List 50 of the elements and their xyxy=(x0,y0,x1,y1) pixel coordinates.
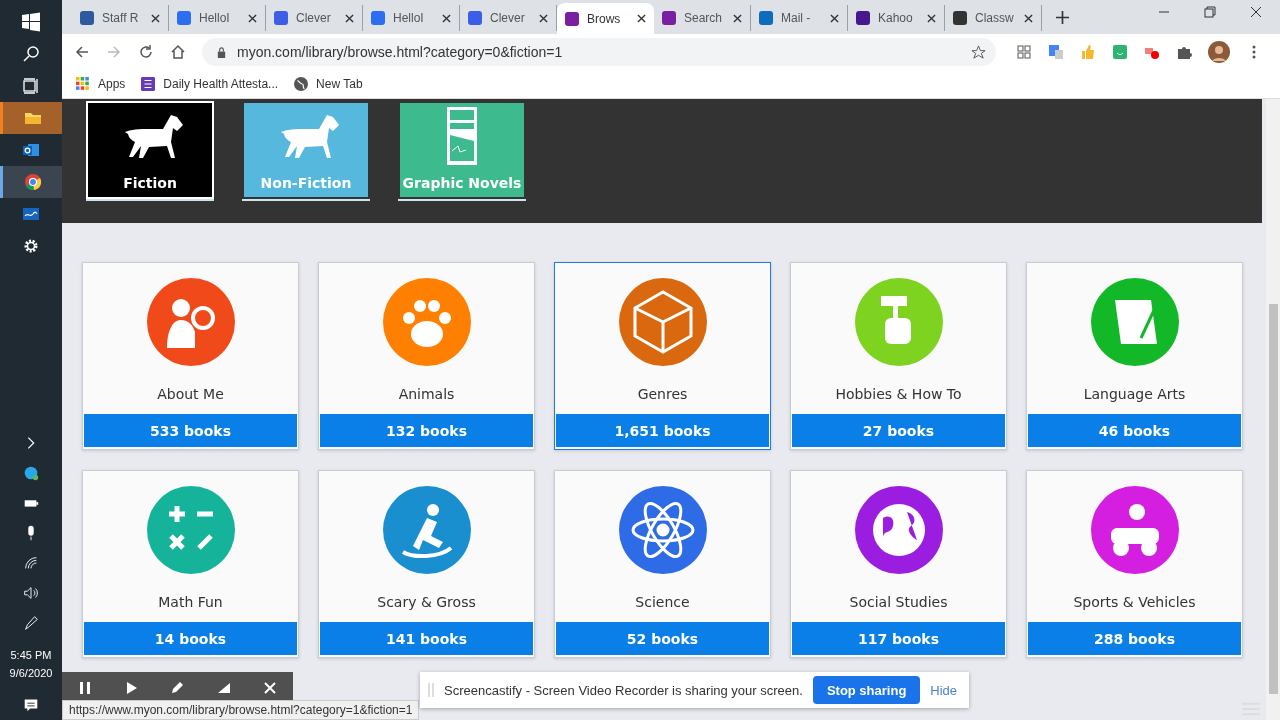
book-count-button[interactable]: 27 books xyxy=(792,414,1005,447)
browser-tab[interactable]: Clever xyxy=(266,5,363,31)
hide-link[interactable]: Hide xyxy=(930,682,958,698)
book-count-button[interactable]: 141 books xyxy=(320,622,533,655)
browser-tab[interactable]: Kahoo xyxy=(848,5,945,31)
category-card[interactable]: Animals 132 books xyxy=(318,262,535,450)
stop-sharing-button[interactable]: Stop sharing xyxy=(812,676,921,704)
browser-tab[interactable]: Mail - xyxy=(751,5,848,31)
address-bar[interactable]: myon.com/library/browse.html?category=0&fiction=1 xyxy=(202,38,996,66)
category-card[interactable]: Science 52 books xyxy=(554,470,771,658)
category-name: Animals xyxy=(398,386,455,402)
book-count-button[interactable]: 132 books xyxy=(320,414,533,447)
sharing-message: Screencastify - Screen Video Recorder is sharing your screen. xyxy=(444,682,803,698)
status-url: https://www.myon.com/library/browse.html?category=1&fiction=1 xyxy=(62,700,420,720)
book-count-button[interactable]: 1,651 books xyxy=(556,414,769,447)
category-name: Language Arts xyxy=(1083,386,1186,402)
category-card[interactable]: Hobbies & How To 27 books xyxy=(790,262,1007,450)
book-count-button[interactable]: 52 books xyxy=(556,622,769,655)
category-name: Sports & Vehicles xyxy=(1073,594,1196,610)
category-card[interactable]: Sports & Vehicles 288 books xyxy=(1026,470,1243,658)
book-count-button[interactable]: 46 books xyxy=(1028,414,1241,447)
category-card[interactable]: Math Fun 14 books xyxy=(82,470,299,658)
category-card[interactable]: About Me 533 books xyxy=(82,262,299,450)
browser-tab[interactable]: Classw xyxy=(945,5,1042,31)
browser-tab[interactable]: Brows xyxy=(557,3,654,34)
category-name: Math Fun xyxy=(158,594,223,610)
browser-tab[interactable]: Search xyxy=(654,5,751,31)
category-card[interactable]: Genres 1,651 books xyxy=(554,262,771,450)
bookmark[interactable]: Apps xyxy=(76,77,126,91)
category-name: About Me xyxy=(157,386,224,402)
bookmark[interactable]: Daily Health Attesta... xyxy=(141,77,279,91)
book-count-button[interactable]: 14 books xyxy=(84,622,297,655)
book-count-button[interactable]: 533 books xyxy=(84,414,297,447)
category-name: Hobbies & How To xyxy=(835,386,962,402)
book-count-button[interactable]: 288 books xyxy=(1028,622,1241,655)
browser-tab[interactable]: Staff R xyxy=(72,5,169,31)
category-name: Science xyxy=(635,594,690,610)
category-name: Social Studies xyxy=(849,594,948,610)
format-tile[interactable]: Fiction xyxy=(86,101,214,199)
browser-tab[interactable]: HelloI xyxy=(169,5,266,31)
book-count-button[interactable]: 117 books xyxy=(792,622,1005,655)
browser-tab[interactable]: HelloI xyxy=(363,5,460,31)
bookmark[interactable]: New Tab xyxy=(294,77,363,91)
category-name: Scary & Gross xyxy=(377,594,476,610)
clock[interactable]: 5:45 PM 9/6/2020 xyxy=(9,646,53,682)
category-card[interactable]: Scary & Gross 141 books xyxy=(318,470,535,658)
category-card[interactable]: Social Studies 117 books xyxy=(790,470,1007,658)
category-name: Genres xyxy=(637,386,688,402)
category-card[interactable]: Language Arts 46 books xyxy=(1026,262,1243,450)
browser-tab[interactable]: Clever xyxy=(460,5,557,31)
